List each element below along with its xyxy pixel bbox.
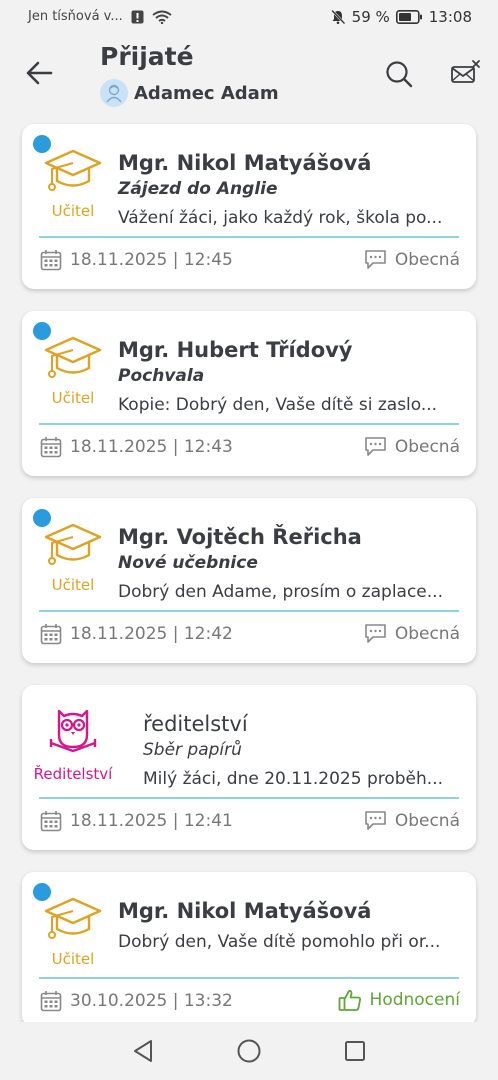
battery-icon (395, 10, 423, 24)
message-subject: Pochvala (118, 366, 205, 386)
page-title: Přijaté (100, 42, 194, 71)
square-recents-icon (345, 1041, 365, 1061)
system-nav-bar (0, 1022, 498, 1080)
mail-close-icon (451, 60, 480, 83)
sender-name: ředitelství (143, 712, 248, 736)
message-preview: Dobrý den Adame, prosím o zaplace... (118, 582, 443, 602)
sender-role-label: Učitel (51, 202, 95, 220)
date-text: 18.11.2025 | 12:41 (70, 811, 233, 831)
user-name: Adamec Adam (134, 82, 279, 104)
graduation-cap-icon (42, 333, 104, 383)
bell-muted-icon (330, 9, 346, 25)
sender-name: Mgr. Nikol Matyášová (118, 899, 372, 923)
message-preview: Dobrý den, Vaše dítě pomohlo při or... (118, 932, 441, 952)
date-text: 18.11.2025 | 12:42 (70, 624, 233, 644)
sender-role-label: Učitel (51, 950, 95, 968)
calendar-icon (40, 437, 62, 458)
message-card[interactable]: Učitel Mgr. Vojtěch Řeřicha Nové učebnic… (22, 498, 476, 663)
chat-bubble-icon (365, 437, 386, 456)
message-card[interactable]: Učitel Mgr. Nikol Matyášová Zájezd do An… (22, 124, 476, 289)
type-text: Hodnocení (369, 990, 460, 1010)
circle-home-icon (237, 1039, 261, 1063)
sender-role-label: Učitel (51, 576, 95, 594)
message-type: Hodnocení (338, 988, 460, 1012)
date-text: 18.11.2025 | 12:45 (70, 250, 233, 270)
divider (39, 977, 459, 979)
sender-name: Mgr. Vojtěch Řeřicha (118, 525, 362, 549)
message-card[interactable]: Ředitelství ředitelství Sběr papírů Milý… (22, 685, 476, 850)
status-bar: Jen tísňová v... 59 % 13:08 (0, 0, 498, 36)
message-type: Obecná (364, 623, 460, 644)
type-text: Obecná (394, 810, 460, 831)
message-date: 18.11.2025 | 12:42 (40, 623, 233, 645)
message-card[interactable]: Učitel Mgr. Hubert Třídový Pochvala Kopi… (22, 311, 476, 476)
owl-icon (42, 705, 104, 755)
message-date: 30.10.2025 | 13:32 (40, 990, 233, 1012)
message-subject: Nové učebnice (118, 553, 258, 573)
avatar (100, 79, 128, 107)
mail-button[interactable] (449, 56, 483, 90)
type-text: Obecná (394, 623, 460, 644)
chat-bubble-icon (365, 624, 386, 643)
chat-bubble-icon (365, 250, 386, 269)
calendar-icon (40, 250, 62, 271)
thumbs-up-icon (338, 990, 361, 1011)
message-card[interactable]: Učitel Mgr. Nikol Matyášová Dobrý den, V… (22, 872, 476, 1027)
back-button[interactable] (22, 56, 56, 90)
divider (39, 610, 459, 612)
message-preview: Vážení žáci, jako každý rok, škola po... (118, 208, 443, 228)
chat-bubble-icon (365, 811, 386, 830)
message-preview: Milý žáci, dne 20.11.2025 proběh... (143, 769, 444, 789)
message-date: 18.11.2025 | 12:41 (40, 810, 233, 832)
user-switcher[interactable]: Adamec Adam (100, 79, 279, 107)
calendar-icon (40, 991, 62, 1012)
calendar-icon (40, 624, 62, 645)
message-subject: Sběr papírů (143, 740, 242, 760)
message-type: Obecná (364, 810, 460, 831)
search-button[interactable] (383, 58, 415, 90)
message-type: Obecná (364, 436, 460, 457)
sender-name: Mgr. Hubert Třídový (118, 338, 353, 362)
nav-recents-button[interactable] (340, 1036, 370, 1066)
search-icon (386, 61, 413, 88)
alert-icon (131, 10, 144, 24)
triangle-back-icon (134, 1040, 152, 1062)
carrier-text: Jen tísňová v... (28, 9, 123, 24)
divider (39, 797, 459, 799)
battery-percent: 59 % (351, 8, 390, 26)
wifi-icon (152, 10, 172, 24)
sender-name: Mgr. Nikol Matyášová (118, 151, 372, 175)
clock: 13:08 (428, 8, 472, 26)
app-header: Přijaté Adamec Adam (0, 36, 498, 116)
message-date: 18.11.2025 | 12:45 (40, 249, 233, 271)
date-text: 30.10.2025 | 13:32 (70, 991, 233, 1011)
graduation-cap-icon (42, 146, 104, 196)
type-text: Obecná (394, 249, 460, 270)
arrow-left-icon (26, 61, 53, 85)
graduation-cap-icon (42, 520, 104, 570)
divider (39, 236, 459, 238)
date-text: 18.11.2025 | 12:43 (70, 437, 233, 457)
message-preview: Kopie: Dobrý den, Vaše dítě si zaslo... (118, 395, 438, 415)
sender-role-label: Učitel (51, 389, 95, 407)
nav-home-button[interactable] (234, 1036, 264, 1066)
calendar-icon (40, 811, 62, 832)
message-date: 18.11.2025 | 12:43 (40, 436, 233, 458)
graduation-cap-icon (42, 894, 104, 944)
type-text: Obecná (394, 436, 460, 457)
message-subject: Zájezd do Anglie (118, 179, 278, 199)
divider (39, 423, 459, 425)
nav-back-button[interactable] (128, 1036, 158, 1066)
message-type: Obecná (364, 249, 460, 270)
sender-role-label: Ředitelství (33, 765, 113, 783)
